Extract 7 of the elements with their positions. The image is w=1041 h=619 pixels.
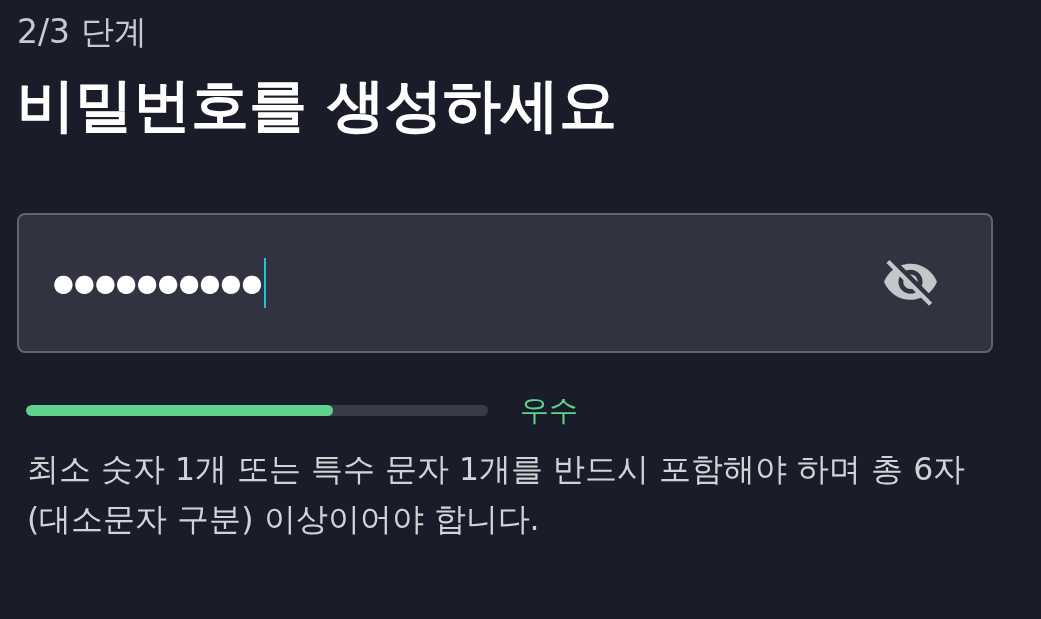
- step-indicator: 2/3 단계: [17, 12, 147, 52]
- page-title: 비밀번호를 생성하세요: [17, 70, 618, 140]
- password-requirements-text: 최소 숫자 1개 또는 특수 문자 1개를 반드시 포함해야 하며 총 6자 (대소문자 구분) 이상이어야 합니다.: [27, 450, 967, 539]
- eye-slash-icon[interactable]: [884, 259, 937, 307]
- strength-label: 우수: [520, 392, 578, 428]
- password-field[interactable]: ●●●●●●●●●●: [17, 213, 993, 353]
- password-value: ●●●●●●●●●●: [53, 268, 263, 298]
